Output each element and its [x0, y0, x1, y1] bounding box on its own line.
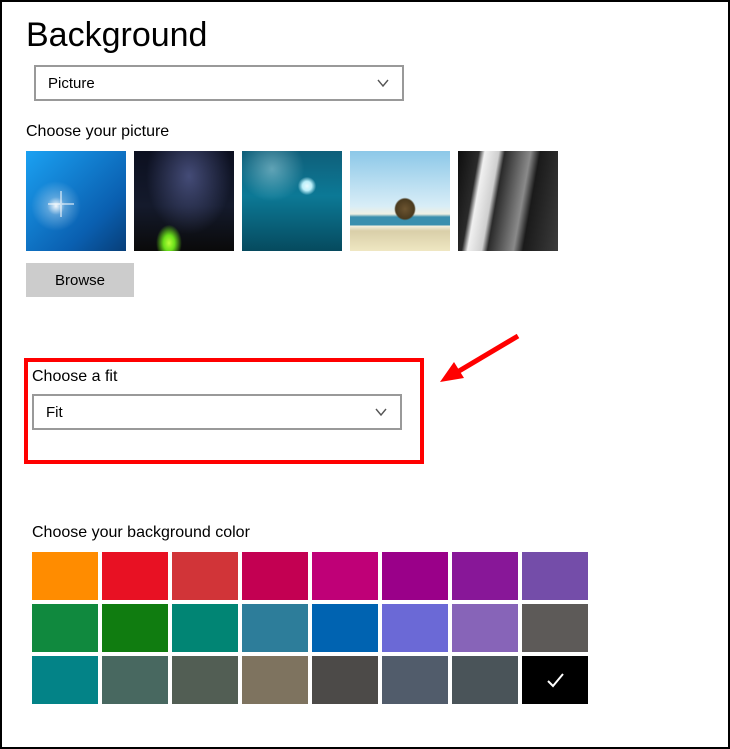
- picture-thumb[interactable]: [458, 151, 558, 251]
- picture-thumbnails: [26, 151, 704, 251]
- color-swatch[interactable]: [242, 656, 308, 704]
- color-swatch[interactable]: [32, 656, 98, 704]
- color-swatch[interactable]: [312, 552, 378, 600]
- chevron-down-icon: [374, 405, 388, 419]
- choose-color-label: Choose your background color: [32, 524, 588, 542]
- browse-button[interactable]: Browse: [26, 263, 134, 297]
- color-swatch[interactable]: [382, 656, 448, 704]
- color-swatch[interactable]: [102, 552, 168, 600]
- color-swatch[interactable]: [382, 604, 448, 652]
- color-swatch[interactable]: [172, 656, 238, 704]
- color-swatch[interactable]: [312, 604, 378, 652]
- color-swatch[interactable]: [172, 604, 238, 652]
- color-swatch[interactable]: [172, 552, 238, 600]
- fit-dropdown[interactable]: Fit: [32, 394, 402, 430]
- picture-thumb[interactable]: [26, 151, 126, 251]
- color-swatch-grid: [32, 552, 588, 704]
- color-swatch[interactable]: [382, 552, 448, 600]
- picture-thumb[interactable]: [134, 151, 234, 251]
- choose-fit-label: Choose a fit: [32, 368, 422, 386]
- fit-value: Fit: [46, 404, 63, 421]
- background-type-dropdown[interactable]: Picture: [34, 65, 404, 101]
- color-swatch[interactable]: [102, 656, 168, 704]
- color-swatch[interactable]: [242, 552, 308, 600]
- background-color-section: Choose your background color: [32, 502, 588, 704]
- background-type-value: Picture: [48, 75, 95, 92]
- color-swatch[interactable]: [522, 656, 588, 704]
- fit-section: Choose a fit Fit: [32, 362, 422, 430]
- color-swatch[interactable]: [102, 604, 168, 652]
- color-swatch[interactable]: [32, 552, 98, 600]
- chevron-down-icon: [376, 76, 390, 90]
- picture-thumb[interactable]: [350, 151, 450, 251]
- color-swatch[interactable]: [312, 656, 378, 704]
- choose-picture-label: Choose your picture: [26, 123, 704, 141]
- color-swatch[interactable]: [452, 552, 518, 600]
- color-swatch[interactable]: [522, 604, 588, 652]
- page-title: Background: [26, 16, 704, 55]
- color-swatch[interactable]: [452, 656, 518, 704]
- picture-thumb[interactable]: [242, 151, 342, 251]
- color-swatch[interactable]: [522, 552, 588, 600]
- color-swatch[interactable]: [452, 604, 518, 652]
- settings-background-panel: Background Picture Choose your picture B…: [0, 0, 730, 749]
- color-swatch[interactable]: [32, 604, 98, 652]
- checkmark-icon: [522, 656, 588, 704]
- color-swatch[interactable]: [242, 604, 308, 652]
- annotation-arrow-icon: [434, 328, 524, 388]
